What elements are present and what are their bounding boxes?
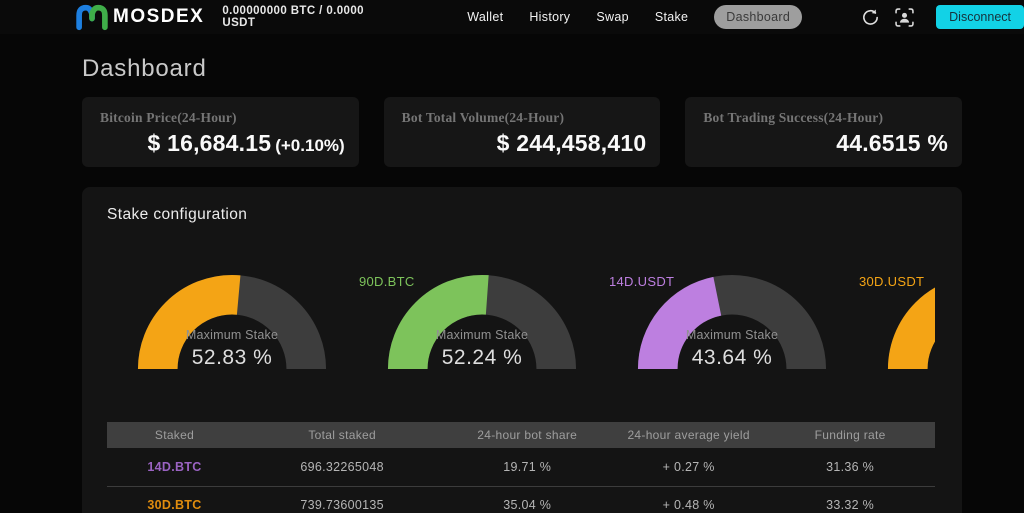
average-yield-value: + 0.27 % — [662, 459, 715, 474]
stake-configuration-panel: Stake configuration Maximum Stake 52.83 … — [82, 187, 962, 513]
nav-item-dashboard[interactable]: Dashboard — [714, 5, 803, 29]
stat-value: $ 16,684.15 — [147, 130, 272, 156]
nav-item-swap[interactable]: Swap — [596, 10, 628, 24]
staked-asset-label: 14D.BTC — [147, 459, 202, 474]
stake-table-header-row: Staked Total staked 24-hour bot share 24… — [107, 422, 935, 448]
nav-item-wallet[interactable]: Wallet — [467, 10, 503, 24]
stat-change: (+0.10%) — [275, 136, 345, 155]
column-header-bot-share: 24-hour bot share — [442, 422, 613, 448]
bot-share-value: 19.71 % — [503, 459, 552, 474]
nav-item-stake[interactable]: Stake — [655, 10, 688, 24]
wallet-balance: 0.00000000 BTC / 0.0000 USDT — [222, 5, 364, 29]
stake-panel-title: Stake configuration — [107, 206, 248, 223]
stake-table: Staked Total staked 24-hour bot share 24… — [107, 422, 935, 513]
column-header-staked: Staked — [107, 422, 242, 448]
main-content: Dashboard Bitcoin Price(24-Hour) $ 16,68… — [82, 55, 963, 513]
funding-rate-value: 33.32 % — [765, 485, 935, 513]
total-staked-value: 739.73600135 — [241, 485, 443, 513]
account-scan-icon[interactable] — [894, 7, 914, 27]
stake-gauge: 14D.USDT Maximum Stake 43.64 % — [607, 260, 857, 395]
stake-gauge-carousel[interactable]: Maximum Stake 52.83 % 90D.BTC Maximum St… — [107, 260, 935, 395]
total-staked-value: 696.32265048 — [300, 459, 384, 474]
stake-gauge: 30D.USDT — [857, 260, 935, 395]
stat-value: $ 244,458,410 — [496, 130, 647, 156]
gauge-caption: Maximum Stake — [685, 328, 779, 342]
top-navigation-bar: MOSDEX 0.00000000 BTC / 0.0000 USDT Wall… — [0, 0, 1024, 34]
header-actions: Disconnect — [860, 5, 1024, 29]
bot-share-value: 35.04 % — [442, 485, 613, 513]
staked-asset-label: 30D.BTC — [107, 485, 242, 513]
column-header-average-yield: 24-hour average yield — [612, 422, 766, 448]
stake-gauge: Maximum Stake 52.83 % — [107, 260, 357, 395]
nav-item-history[interactable]: History — [529, 10, 570, 24]
stake-gauge: 90D.BTC Maximum Stake 52.24 % — [357, 260, 607, 395]
mosdex-logo[interactable]: MOSDEX — [75, 3, 204, 31]
average-yield-value: + 0.48 % — [612, 485, 766, 513]
stat-card-bitcoin-price: Bitcoin Price(24-Hour) $ 16,684.15 (+0.10… — [82, 97, 359, 167]
stat-card-bot-volume: Bot Total Volume(24-Hour) $ 244,458,410 — [383, 97, 661, 167]
gauge-value: 52.24 % — [441, 346, 523, 369]
stat-title: Bitcoin Price(24-Hour) — [100, 110, 237, 125]
table-row: 14D.BTC 696.32265048 19.71 % + 0.27 % 31… — [107, 448, 935, 486]
column-header-funding-rate: Funding rate — [765, 422, 935, 448]
stats-row: Bitcoin Price(24-Hour) $ 16,684.15 (+0.10… — [82, 97, 963, 167]
gauge-value: 43.64 % — [691, 346, 773, 369]
stat-title: Bot Trading Success(24-Hour) — [703, 110, 884, 125]
gauge-caption: Maximum Stake — [435, 328, 529, 342]
gauge-caption: Maximum Stake — [185, 328, 279, 342]
main-nav: Wallet History Swap Stake Dashboard — [467, 5, 803, 29]
refresh-icon[interactable] — [860, 7, 880, 27]
funding-rate-value: 31.36 % — [826, 459, 875, 474]
page-title: Dashboard — [82, 55, 207, 82]
stat-title: Bot Total Volume(24-Hour) — [401, 110, 565, 125]
brand-name: MOSDEX — [113, 6, 205, 27]
stat-card-trading-success: Bot Trading Success(24-Hour) 44.6515 % — [685, 97, 963, 167]
stat-value: 44.6515 % — [836, 130, 949, 156]
column-header-total-staked: Total staked — [241, 422, 443, 448]
gauge-value: 52.83 % — [191, 346, 273, 369]
table-row: 30D.BTC 739.73600135 35.04 % + 0.48 % 33… — [107, 485, 935, 513]
mosdex-logo-icon — [75, 3, 109, 31]
disconnect-button[interactable]: Disconnect — [936, 5, 1024, 29]
